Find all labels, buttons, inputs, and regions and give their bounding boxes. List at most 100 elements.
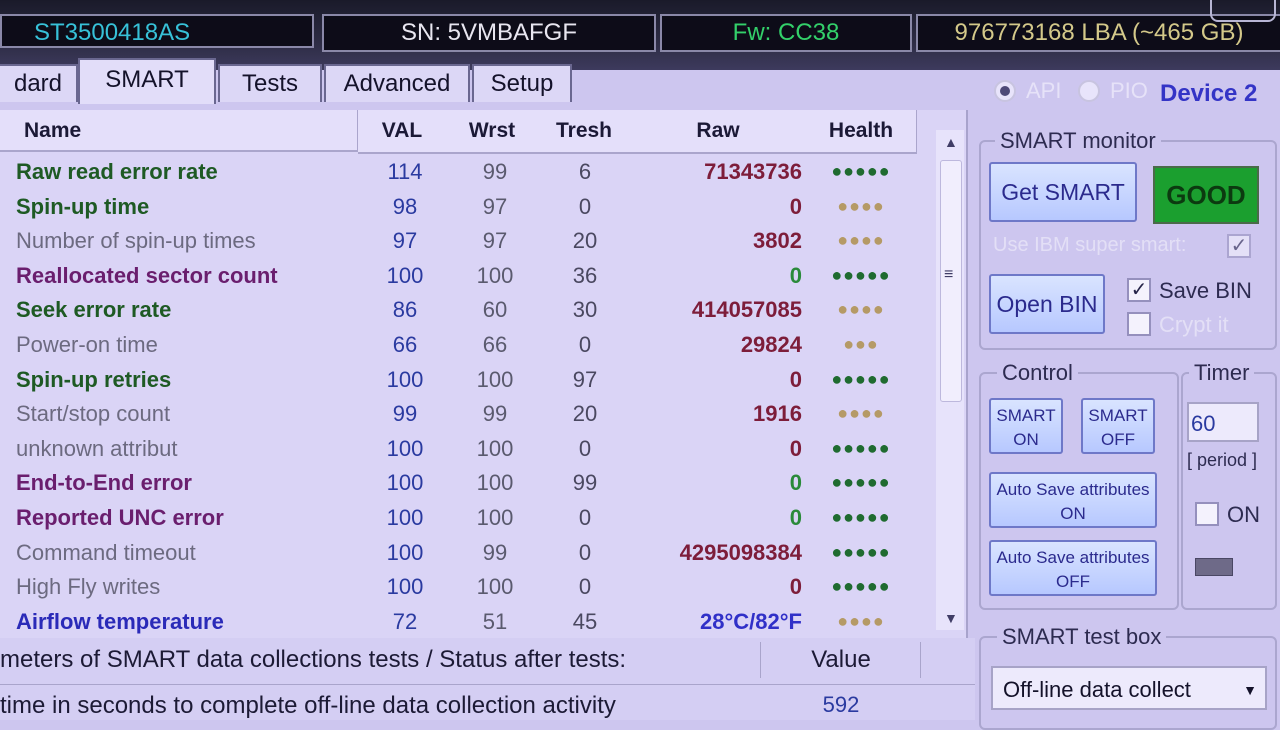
attribute-val: 100 <box>386 539 424 565</box>
auto-save-off-button[interactable]: Auto Save attributes OFF <box>989 540 1157 596</box>
table-row[interactable]: High Fly writes 100 100 0 0 ●●●●● <box>0 569 935 604</box>
attribute-val: 98 <box>392 193 418 219</box>
col-header-health[interactable]: Health <box>806 110 917 154</box>
tab-advanced[interactable]: Advanced <box>324 64 470 102</box>
table-row[interactable]: Airflow temperature 72 51 45 28°C/82°F ●●●● <box>0 604 935 638</box>
serial-field: SN: 5VMBAFGF <box>322 14 656 52</box>
attribute-wrst: 51 <box>482 608 508 634</box>
table-row[interactable]: Start/stop count 99 99 20 1916 ●●●● <box>0 396 935 431</box>
attribute-name: Reported UNC error <box>16 505 224 530</box>
attribute-wrst: 66 <box>482 332 508 357</box>
crypt-checkbox[interactable] <box>1127 312 1151 336</box>
attribute-health: ●●●●● <box>831 368 891 389</box>
table-row[interactable]: Number of spin-up times 97 97 20 3802 ●●●● <box>0 223 935 258</box>
attribute-tresh: 97 <box>572 366 598 392</box>
smart-test-select[interactable]: Off-line data collect ▼ <box>991 666 1267 710</box>
scroll-up-icon[interactable]: ▲ <box>944 134 958 150</box>
attribute-raw: 29824 <box>740 332 802 357</box>
tab-smart[interactable]: SMART <box>78 58 216 104</box>
attribute-wrst: 60 <box>482 297 508 323</box>
tab-tests[interactable]: Tests <box>218 64 322 102</box>
table-row[interactable]: Reported UNC error 100 100 0 0 ●●●●● <box>0 500 935 535</box>
attribute-tresh: 36 <box>572 262 598 288</box>
save-bin-checkbox[interactable]: ✓ <box>1127 278 1151 302</box>
smart-monitor-group: SMART monitor Get SMART GOOD Use IBM sup… <box>979 128 1277 350</box>
smart-test-box-title: SMART test box <box>997 624 1167 650</box>
attribute-val: 72 <box>392 608 418 634</box>
pio-label: PIO <box>1110 78 1148 103</box>
attribute-raw: 3802 <box>753 228 802 254</box>
attribute-wrst: 100 <box>476 435 514 461</box>
table-row[interactable]: Command timeout 100 99 0 4295098384 ●●●●● <box>0 535 935 570</box>
table-row[interactable]: Reallocated sector count 100 100 36 0 ●●●●● <box>0 258 935 293</box>
table-row[interactable]: Raw read error rate 114 99 6 71343736 ●●●●● <box>0 154 935 189</box>
attribute-health: ●●●●● <box>831 264 891 285</box>
chevron-down-icon[interactable]: ▼ <box>1243 668 1257 708</box>
ibm-super-smart-label: Use IBM super smart: <box>993 234 1187 256</box>
model-field: ST3500418AS <box>0 14 314 48</box>
test-value-header: Value <box>762 642 921 678</box>
test-status-header: meters of SMART data collections tests /… <box>0 642 761 678</box>
attribute-val: 100 <box>386 574 424 600</box>
table-row[interactable]: Spin-up time 98 97 0 0 ●●●● <box>0 189 935 224</box>
timer-on-checkbox[interactable] <box>1195 502 1219 526</box>
api-label: API <box>1026 78 1062 103</box>
ibm-super-smart-checkbox[interactable]: ✓ <box>1227 234 1251 258</box>
test-row-value: 592 <box>822 692 860 717</box>
scroll-down-icon[interactable]: ▼ <box>944 610 958 626</box>
attribute-raw: 0 <box>789 435 802 461</box>
attribute-val: 114 <box>387 159 423 184</box>
timer-on-label: ON <box>1227 502 1260 527</box>
attribute-wrst: 99 <box>482 401 508 427</box>
attribute-name: Airflow temperature <box>16 608 224 634</box>
col-header-wrst[interactable]: Wrst <box>446 110 539 154</box>
col-header-val[interactable]: VAL <box>358 110 447 154</box>
get-smart-button[interactable]: Get SMART <box>989 162 1137 222</box>
attribute-health: ●●●●● <box>831 437 891 458</box>
open-bin-button[interactable]: Open BIN <box>989 274 1105 334</box>
smart-on-button[interactable]: SMART ON <box>989 398 1063 454</box>
attribute-tresh: 6 <box>578 159 592 184</box>
api-radio[interactable] <box>994 80 1016 102</box>
table-row[interactable]: unknown attribut 100 100 0 0 ●●●●● <box>0 431 935 466</box>
pio-radio[interactable] <box>1078 80 1100 102</box>
attribute-health: ●●●● <box>837 299 885 320</box>
attribute-wrst: 97 <box>482 228 508 254</box>
attribute-health: ●●● <box>843 334 879 354</box>
attribute-health: ●●●●● <box>831 161 891 181</box>
attribute-name: Number of spin-up times <box>16 228 256 254</box>
table-row[interactable]: Power-on time 66 66 0 29824 ●●● <box>0 327 935 362</box>
timer-input[interactable]: 60 <box>1187 402 1259 442</box>
table-scrollbar[interactable]: ▲ ≡ ▼ <box>936 130 964 630</box>
auto-save-on-button[interactable]: Auto Save attributes ON <box>989 472 1157 528</box>
attribute-tresh: 99 <box>572 470 598 496</box>
attribute-wrst: 99 <box>482 159 508 184</box>
smart-test-select-value: Off-line data collect <box>1003 677 1191 702</box>
table-row[interactable]: Seek error rate 86 60 30 414057085 ●●●● <box>0 292 935 327</box>
col-header-tresh[interactable]: Tresh <box>538 110 631 154</box>
table-row[interactable]: End-to-End error 100 100 99 0 ●●●●● <box>0 465 935 500</box>
attribute-val: 97 <box>392 228 418 254</box>
attribute-val: 100 <box>386 366 424 392</box>
attribute-tresh: 0 <box>578 435 592 461</box>
attribute-val: 100 <box>386 262 424 288</box>
smart-off-button[interactable]: SMART OFF <box>1081 398 1155 454</box>
attribute-val: 100 <box>386 435 424 461</box>
attribute-name: Power-on time <box>16 332 158 357</box>
attribute-raw: 1916 <box>753 401 802 427</box>
col-header-raw[interactable]: Raw <box>630 110 807 154</box>
attribute-wrst: 100 <box>476 574 514 600</box>
attribute-name: Command timeout <box>16 539 196 565</box>
attribute-wrst: 100 <box>476 470 514 496</box>
attribute-raw: 0 <box>789 574 802 600</box>
firmware-field: Fw: CC38 <box>660 14 912 52</box>
col-header-name[interactable]: Name <box>0 110 358 152</box>
window-close-button[interactable] <box>1210 0 1276 22</box>
attribute-raw: 414057085 <box>691 297 802 323</box>
table-row[interactable]: Spin-up retries 100 100 97 0 ●●●●● <box>0 362 935 397</box>
save-bin-label: Save BIN <box>1159 278 1252 303</box>
tab-standard[interactable]: dard <box>0 64 78 102</box>
test-row-text: time in seconds to complete off-line dat… <box>0 692 616 719</box>
tab-setup[interactable]: Setup <box>472 64 572 102</box>
attribute-name: Reallocated sector count <box>16 262 278 288</box>
